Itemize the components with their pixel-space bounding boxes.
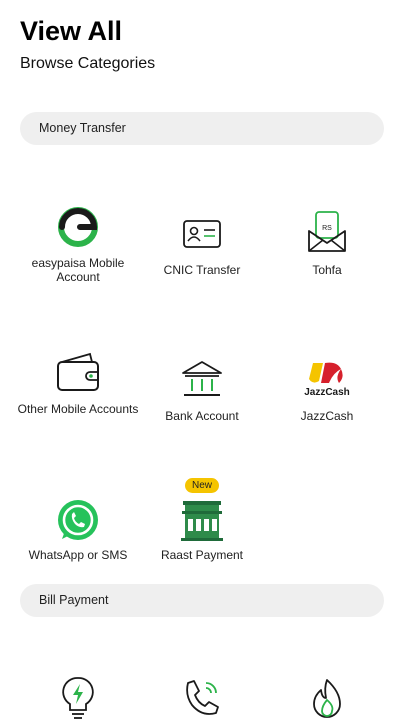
phone-icon [186,680,219,715]
item-raast-payment[interactable]: Raast Payment [140,494,264,574]
page-title: View All [20,16,123,46]
envelope-money-icon: RS [308,211,346,252]
id-card-icon [183,220,221,248]
wallet-icon [57,352,99,391]
jazzcash-logo-icon: JazzCash [304,362,350,398]
section-header-bill-payment: Bill Payment [20,584,384,617]
section-header-money-transfer: Money Transfer [20,112,384,145]
item-whatsapp-or-sms[interactable]: WhatsApp or SMS [16,494,140,574]
item-tohfa[interactable]: RS Tohfa [265,200,389,290]
gas-flame-icon [313,679,341,718]
svg-text:JazzCash: JazzCash [304,387,350,398]
bank-icon [182,361,222,396]
item-other-mobile-accounts[interactable]: Other Mobile Accounts [16,347,140,437]
item-label: Raast Payment [160,548,244,562]
item-easypaisa-mobile-account[interactable]: easypaisa Mobile Account [16,200,140,290]
item-label: easypaisa Mobile Account [31,256,125,284]
item-label: Tohfa [312,263,342,277]
svg-text:RS: RS [322,225,332,232]
page-subtitle: Browse Categories [20,55,156,72]
item-jazzcash[interactable]: JazzCash JazzCash [265,347,389,437]
item-bank-account[interactable]: Bank Account [140,347,264,437]
electricity-bulb-icon [62,677,94,719]
item-label: WhatsApp or SMS [28,548,128,562]
new-badge: New [185,478,219,493]
item-label: JazzCash [300,409,354,423]
raast-building-icon [181,501,223,541]
item-electricity[interactable] [16,670,140,720]
item-gas[interactable] [265,670,389,720]
item-label: Bank Account [165,409,239,423]
whatsapp-icon [58,500,98,540]
item-telephone[interactable] [140,670,264,720]
item-label: Other Mobile Accounts [17,402,139,416]
easypaisa-logo-icon [58,207,98,247]
section-label: Bill Payment [39,593,109,607]
item-cnic-transfer[interactable]: CNIC Transfer [140,200,264,290]
item-label: CNIC Transfer [163,263,241,277]
section-label: Money Transfer [39,121,126,135]
